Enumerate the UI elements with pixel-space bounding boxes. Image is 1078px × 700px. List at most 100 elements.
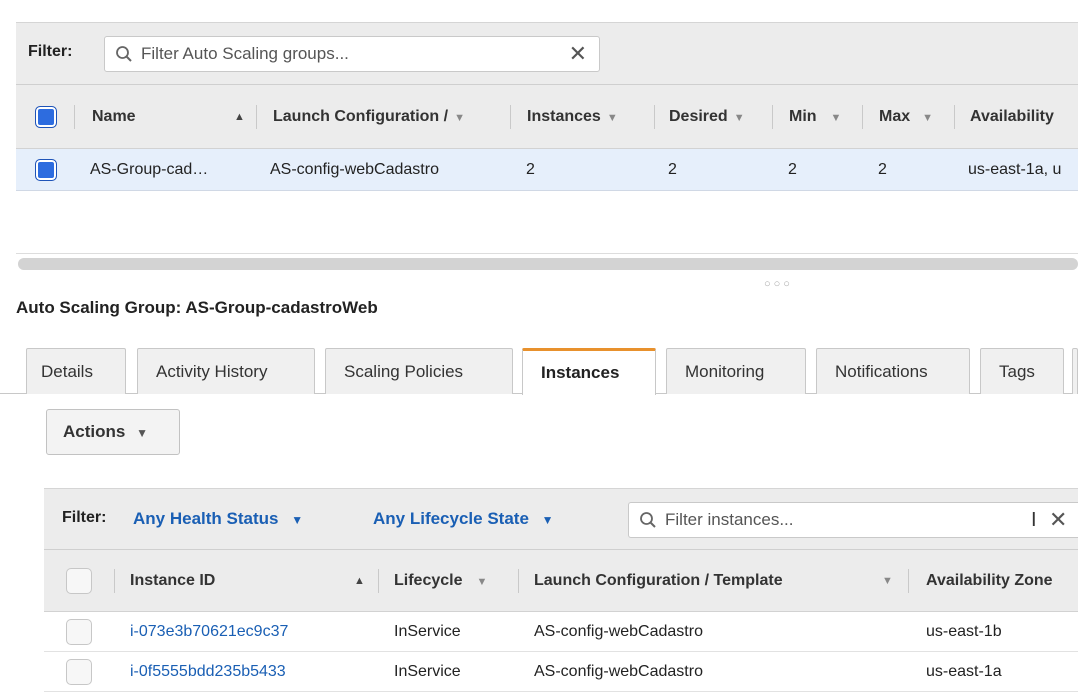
search-icon	[640, 512, 656, 528]
chevron-down-icon: ▼	[136, 426, 148, 440]
column-header-lifecycle-label: Lifecycle	[394, 572, 463, 589]
row-desired: 2	[668, 161, 677, 178]
chevron-down-icon: ▼	[733, 112, 745, 124]
column-header-availability[interactable]: Availability	[970, 85, 1054, 149]
chevron-down-icon: ▼	[454, 112, 465, 124]
column-header-instance-id[interactable]: Instance ID	[130, 550, 215, 612]
tab-details[interactable]: Details	[26, 348, 126, 394]
tab-label: Monitoring	[685, 362, 765, 381]
divider	[16, 253, 1078, 254]
search-icon	[116, 46, 132, 62]
row-lifecycle: InService	[394, 623, 461, 640]
filter-label: Filter:	[28, 43, 73, 60]
column-header-name-label: Name	[92, 108, 136, 125]
clear-search-icon[interactable]: ✕	[1049, 507, 1067, 533]
page-title: Auto Scaling Group: AS-Group-cadastroWeb	[16, 298, 378, 317]
column-divider	[954, 105, 955, 129]
instance-id-link[interactable]: i-0f5555bdd235b5433	[130, 652, 286, 692]
chevron-down-icon: ▼	[541, 513, 554, 527]
row-availability: us-east-1a, u	[968, 161, 1062, 178]
column-divider	[518, 569, 519, 593]
instance-id-link[interactable]: i-073e3b70621ec9c37	[130, 612, 288, 652]
tab-label: Notifications	[835, 362, 928, 381]
chevron-down-icon: ▼	[922, 112, 934, 124]
table-row[interactable]: i-0f5555bdd235b5433 InService AS-config-…	[44, 652, 1078, 692]
column-header-min[interactable]: Min ▼	[789, 85, 841, 149]
column-header-name[interactable]: Name	[92, 85, 136, 149]
lifecycle-state-dropdown[interactable]: Any Lifecycle State ▼	[373, 509, 554, 529]
health-status-dropdown[interactable]: Any Health Status ▼	[133, 509, 303, 529]
row-availability-zone: us-east-1a	[926, 663, 1002, 680]
search-placeholder: Filter Auto Scaling groups...	[141, 44, 349, 63]
row-instances: 2	[526, 161, 535, 178]
column-header-launch-config[interactable]: Launch Configuration / Template	[534, 550, 783, 612]
row-checkbox[interactable]	[66, 659, 92, 685]
column-header-desired-label: Desired	[669, 108, 728, 125]
detail-tabs: Details Activity History Scaling Policie…	[0, 348, 1078, 395]
column-divider	[862, 105, 863, 129]
search-placeholder: Filter instances...	[665, 510, 794, 529]
tab-activity-history[interactable]: Activity History	[137, 348, 315, 394]
instances-table-panel: Filter: Any Health Status ▼ Any Lifecycl…	[44, 488, 1078, 700]
column-header-availability-label: Availability	[970, 108, 1054, 125]
column-header-instances[interactable]: Instances ▼	[527, 85, 618, 149]
tab-scaling-policies[interactable]: Scaling Policies	[325, 348, 513, 394]
asg-search-input[interactable]: Filter Auto Scaling groups... ✕	[104, 36, 600, 72]
column-divider	[510, 105, 511, 129]
asg-table-header: Name ▲ Launch Configuration / ▼ Instances…	[16, 85, 1078, 149]
column-header-instance-id-label: Instance ID	[130, 572, 216, 589]
resize-handle-icon[interactable]: ○○○	[764, 278, 793, 290]
row-lifecycle: InService	[394, 663, 461, 680]
sort-ascending-icon[interactable]: ▲	[354, 550, 365, 612]
filter-label: Filter:	[62, 509, 107, 526]
row-min: 2	[788, 161, 797, 178]
clear-search-icon[interactable]: ✕	[569, 41, 587, 67]
column-divider	[378, 569, 379, 593]
column-divider	[772, 105, 773, 129]
column-header-availability-zone-label: Availability Zone	[926, 572, 1053, 589]
text-cursor-icon: I	[1031, 509, 1037, 531]
tab-instances[interactable]: Instances	[522, 348, 656, 395]
column-header-lifecycle[interactable]: Lifecycle ▼	[394, 550, 487, 612]
row-launch-config: AS-config-webCadastro	[270, 161, 439, 178]
column-header-min-label: Min	[789, 108, 817, 125]
health-status-value: Any Health Status	[133, 509, 279, 528]
select-all-checkbox[interactable]	[35, 106, 57, 128]
tab-notifications[interactable]: Notifications	[816, 348, 970, 394]
column-header-max[interactable]: Max ▼	[879, 85, 933, 149]
column-header-launch-config-label: Launch Configuration /	[273, 108, 449, 125]
column-divider	[256, 105, 257, 129]
scrollbar-thumb[interactable]	[18, 258, 1078, 270]
row-name: AS-Group-cad…	[90, 161, 209, 178]
sort-ascending-icon[interactable]: ▲	[234, 85, 245, 149]
column-header-launch-config-label: Launch Configuration / Template	[534, 572, 783, 589]
column-header-instances-label: Instances	[527, 108, 601, 125]
tab-label: Tags	[999, 362, 1035, 381]
tab-label: Scaling Policies	[344, 362, 464, 381]
instances-table-header: Instance ID ▲ Lifecycle ▼ Launch Configur…	[44, 550, 1078, 612]
tab-label: Activity History	[156, 362, 268, 381]
tab-monitoring[interactable]: Monitoring	[666, 348, 806, 394]
tab-tags[interactable]: Tags	[980, 348, 1064, 394]
row-checkbox[interactable]	[35, 159, 57, 181]
column-header-launch-config[interactable]: Launch Configuration / ▼	[273, 85, 465, 149]
row-availability-zone: us-east-1b	[926, 623, 1002, 640]
column-header-desired[interactable]: Desired ▼	[669, 85, 745, 149]
table-row[interactable]: AS-Group-cad… AS-config-webCadastro 2 2 …	[16, 149, 1078, 191]
row-checkbox[interactable]	[66, 619, 92, 645]
column-divider	[908, 569, 909, 593]
row-max: 2	[878, 161, 887, 178]
instances-search-input[interactable]: Filter instances... I ✕	[628, 502, 1078, 538]
tab-label: Details	[41, 362, 93, 381]
chevron-down-icon[interactable]: ▼	[882, 550, 893, 612]
lifecycle-state-value: Any Lifecycle State	[373, 509, 529, 528]
chevron-down-icon: ▼	[291, 513, 304, 527]
instances-filter-bar: Filter: Any Health Status ▼ Any Lifecycl…	[44, 488, 1078, 550]
tab-overflow[interactable]	[1072, 348, 1078, 394]
actions-button[interactable]: Actions ▼	[46, 409, 180, 455]
column-divider	[114, 569, 115, 593]
column-header-availability-zone[interactable]: Availability Zone	[926, 550, 1053, 612]
table-row[interactable]: i-073e3b70621ec9c37 InService AS-config-…	[44, 612, 1078, 652]
asg-table-panel: Filter: Filter Auto Scaling groups... ✕ …	[16, 22, 1078, 254]
select-all-checkbox[interactable]	[66, 568, 92, 594]
